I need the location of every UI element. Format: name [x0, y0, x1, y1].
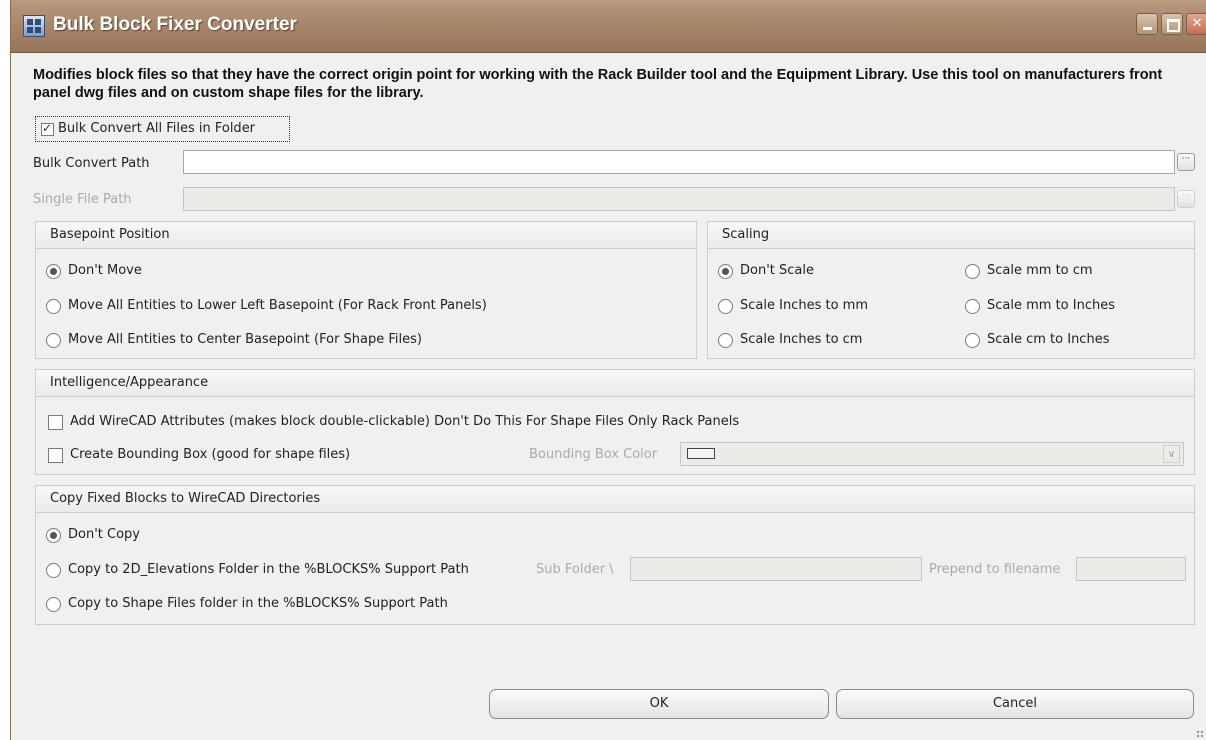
bulk-convert-path-input[interactable] [183, 150, 1175, 174]
radio-mm-to-cm[interactable] [965, 264, 980, 279]
resize-grip[interactable] [1196, 730, 1204, 738]
minimize-icon [1137, 14, 1157, 34]
radio-inches-to-mm[interactable] [718, 299, 733, 314]
chevron-down-icon[interactable]: ∨ [1163, 445, 1180, 463]
color-swatch [687, 448, 715, 459]
radio-dont-copy-label: Don't Copy [68, 527, 140, 542]
radio-inches-to-mm-label: Scale Inches to mm [740, 298, 868, 313]
bounding-box-label: Create Bounding Box (good for shape file… [70, 447, 351, 462]
bulk-browse-button[interactable]: ··· [1177, 153, 1195, 171]
bulk-convert-label: Bulk Convert All Files in Folder [58, 121, 256, 136]
radio-dont-scale-label: Don't Scale [740, 263, 814, 278]
radio-dont-copy[interactable] [46, 528, 61, 543]
prepend-label: Prepend to filename [929, 562, 1061, 577]
window-title: Bulk Block Fixer Converter [53, 14, 297, 35]
radio-center[interactable] [46, 333, 61, 348]
dialog-window: Bulk Block Fixer Converter ✕ Modifies bl… [10, 0, 1206, 740]
radio-copy-shape-files-label: Copy to Shape Files folder in the %BLOCK… [68, 596, 448, 611]
single-file-path-input[interactable] [183, 187, 1175, 211]
copy-title: Copy Fixed Blocks to WireCAD Directories [50, 491, 321, 506]
maximize-button[interactable] [1161, 13, 1183, 35]
basepoint-title: Basepoint Position [50, 227, 170, 242]
minimize-button[interactable] [1136, 13, 1158, 35]
bulk-convert-checkbox-row[interactable]: Bulk Convert All Files in Folder [35, 116, 290, 142]
radio-inches-to-cm-label: Scale Inches to cm [740, 332, 863, 347]
bounding-color-combo[interactable]: ∨ [680, 442, 1184, 466]
radio-dont-scale[interactable] [718, 264, 733, 279]
close-icon: ✕ [1191, 16, 1203, 31]
radio-dont-move[interactable] [46, 264, 61, 279]
radio-dont-move-label: Don't Move [68, 263, 142, 278]
bulk-convert-path-label: Bulk Convert Path [33, 156, 150, 171]
maximize-icon [1162, 14, 1182, 34]
radio-cm-to-inches-label: Scale cm to Inches [987, 332, 1110, 347]
close-button[interactable]: ✕ [1186, 13, 1206, 35]
add-attributes-checkbox[interactable] [48, 415, 63, 430]
bulk-convert-checkbox[interactable] [41, 121, 54, 136]
app-icon [23, 15, 45, 37]
radio-copy-elevations[interactable] [46, 563, 61, 578]
prepend-input[interactable] [1076, 557, 1186, 581]
intelligence-title: Intelligence/Appearance [50, 375, 209, 390]
radio-inches-to-cm[interactable] [718, 333, 733, 348]
single-browse-button[interactable]: ··· [1177, 190, 1195, 208]
scaling-group: Scaling Don't Scale Scale Inches to mm S… [707, 221, 1195, 359]
title-bar[interactable]: Bulk Block Fixer Converter ✕ [11, 0, 1206, 53]
radio-copy-elevations-label: Copy to 2D_Elevations Folder in the %BLO… [68, 562, 469, 577]
add-attributes-label: Add WireCAD Attributes (makes block doub… [70, 414, 740, 429]
intelligence-group: Intelligence/Appearance Add WireCAD Attr… [35, 369, 1195, 475]
radio-lower-left-label: Move All Entities to Lower Left Basepoin… [68, 298, 487, 313]
radio-copy-shape-files[interactable] [46, 597, 61, 612]
single-file-path-label: Single File Path [33, 192, 132, 207]
subfolder-input[interactable] [630, 557, 922, 581]
radio-lower-left[interactable] [46, 299, 61, 314]
scaling-title: Scaling [722, 227, 770, 242]
radio-center-label: Move All Entities to Center Basepoint (F… [68, 332, 422, 347]
copy-group: Copy Fixed Blocks to WireCAD Directories… [35, 485, 1195, 625]
radio-mm-to-cm-label: Scale mm to cm [987, 263, 1093, 278]
description-text: Modifies block files so that they have t… [33, 67, 1163, 101]
radio-mm-to-inches[interactable] [965, 299, 980, 314]
basepoint-group: Basepoint Position Don't Move Move All E… [35, 221, 697, 359]
bounding-box-checkbox[interactable] [48, 448, 63, 463]
radio-cm-to-inches[interactable] [965, 333, 980, 348]
ok-button[interactable]: OK [489, 689, 829, 719]
bounding-color-label: Bounding Box Color [529, 447, 658, 462]
cancel-button[interactable]: Cancel [836, 689, 1194, 719]
radio-mm-to-inches-label: Scale mm to Inches [987, 298, 1115, 313]
subfolder-label: Sub Folder \ [536, 562, 614, 577]
